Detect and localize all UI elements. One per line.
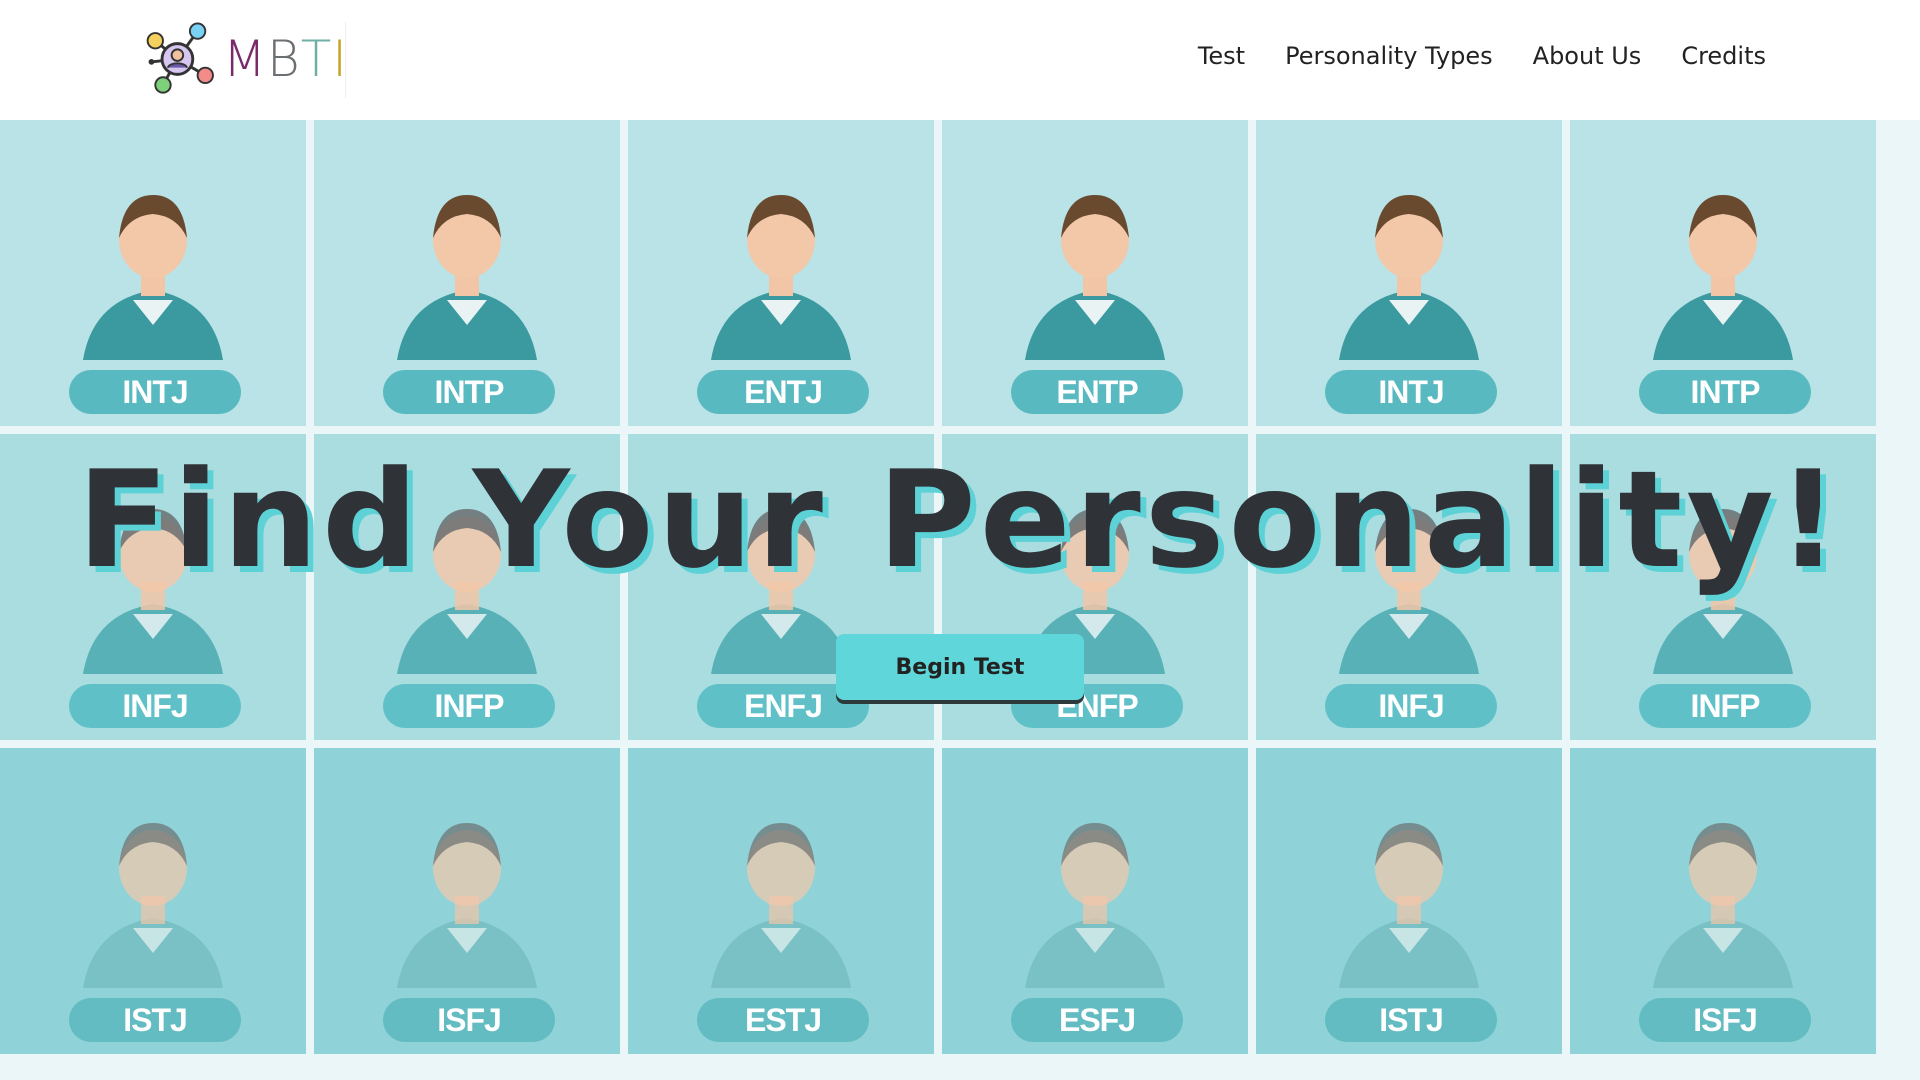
woman-engineer-icon (1339, 195, 1479, 360)
personality-type-badge: INFJ (1325, 684, 1497, 728)
personality-grid: INTJ INTP ENTJ ENTP INTJ INTP INFJ INFP ENFJ ENFP… (0, 120, 1920, 1080)
personality-tile: ISTJ (0, 748, 306, 1054)
personality-tile: ESFJ (942, 748, 1248, 1054)
personality-tile: INTP (314, 120, 620, 426)
personality-type-badge: INTP (383, 370, 555, 414)
personality-type-badge: ESTJ (697, 998, 869, 1042)
nav-personality-types[interactable]: Personality Types (1285, 42, 1493, 70)
personality-type-badge: ISFJ (383, 998, 555, 1042)
teacher-icon (711, 195, 851, 360)
nav-about-us[interactable]: About Us (1533, 42, 1642, 70)
begin-test-button[interactable]: Begin Test (836, 634, 1084, 700)
personality-tile: INTJ (1256, 120, 1562, 426)
personality-type-badge: ISFJ (1639, 998, 1811, 1042)
personality-type-badge: INTJ (69, 370, 241, 414)
main-nav: Test Personality Types About Us Credits (1198, 42, 1766, 70)
personality-tile: ENTJ (628, 120, 934, 426)
personality-tile: INTP (1570, 120, 1876, 426)
personality-type-badge: ISTJ (1325, 998, 1497, 1042)
nav-test[interactable]: Test (1198, 42, 1245, 70)
personality-type-badge: ENTP (1011, 370, 1183, 414)
hero-headline: Find Your Personality! (77, 441, 1843, 598)
personality-type-badge: ENTJ (697, 370, 869, 414)
personality-type-badge: INTJ (1325, 370, 1497, 414)
personality-tile: ISTJ (1256, 748, 1562, 1054)
personality-type-badge: INFP (1639, 684, 1811, 728)
personality-tile: ESTJ (628, 748, 934, 1054)
hero-section: INTJ INTP ENTJ ENTP INTJ INTP INFJ INFP ENFJ ENFP… (0, 120, 1920, 1080)
personality-type-badge: INTP (1639, 370, 1811, 414)
gift-giver-icon (1025, 823, 1165, 988)
scientist-icon (1653, 195, 1793, 360)
reader-icon (1339, 823, 1479, 988)
scientist-icon (397, 195, 537, 360)
thinker-icon (1025, 195, 1165, 360)
personality-tile: ENTP (942, 120, 1248, 426)
personality-type-badge: ISTJ (69, 998, 241, 1042)
site-header: MBTI Test Personality Types About Us Cre… (0, 0, 1920, 120)
personality-type-badge: INFJ (69, 684, 241, 728)
manager-icon (711, 823, 851, 988)
woman-engineer-icon (83, 195, 223, 360)
personality-type-badge: INFP (383, 684, 555, 728)
personality-tile: ISFJ (1570, 748, 1876, 1054)
network-people-icon (146, 22, 214, 94)
doctor-icon (1653, 823, 1793, 988)
nav-credits[interactable]: Credits (1681, 42, 1766, 70)
doctor-icon (397, 823, 537, 988)
logo-wordmark: MBTI (222, 30, 348, 88)
personality-type-badge: ESFJ (1011, 998, 1183, 1042)
mbti-logo[interactable]: MBTI (138, 18, 348, 100)
header-divider (345, 22, 346, 98)
reader-icon (83, 823, 223, 988)
personality-tile: INTJ (0, 120, 306, 426)
personality-tile: ISFJ (314, 748, 620, 1054)
